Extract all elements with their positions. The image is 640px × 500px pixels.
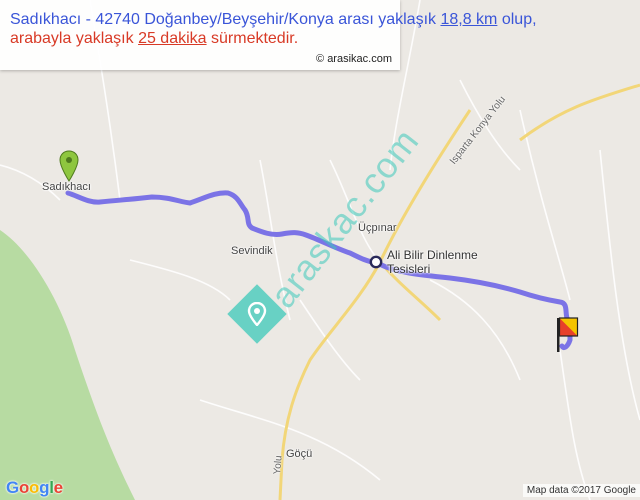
copyright-text[interactable]: © arasikac.com <box>316 53 392 65</box>
origin-pin-icon[interactable] <box>59 150 79 182</box>
waypoint-circle-icon[interactable] <box>369 255 383 269</box>
route-info-line-1-start: Sadıkhacı - 42740 Doğanbey/Beyşehir/Kony… <box>10 11 441 28</box>
destination-flag-icon[interactable] <box>556 316 580 354</box>
place-label-ali-bilir[interactable]: Ali Bilir Dinlenme <box>387 248 478 262</box>
route-info-line-2-start: arabayla yaklaşık <box>10 30 139 47</box>
route-distance: 18,8 km <box>440 11 498 28</box>
route-info-line-1: Sadıkhacı - 42740 Doğanbey/Beyşehir/Kony… <box>10 11 537 29</box>
place-label-sevindik: Sevindik <box>231 245 273 257</box>
place-label-gocu: Göçü <box>286 448 313 460</box>
map-data-attribution[interactable]: Map data ©2017 Google <box>522 484 640 497</box>
google-logo-letter: e <box>53 478 63 497</box>
place-label-sadikhaci: Sadıkhacı <box>42 181 91 193</box>
route-info-box: Sadıkhacı - 42740 Doğanbey/Beyşehir/Kony… <box>0 0 537 70</box>
google-logo-letter: G <box>6 478 19 497</box>
route-info-line-2: arabayla yaklaşık 25 dakika sürmektedir. <box>10 30 298 48</box>
place-label-tesisleri[interactable]: Tesisleri <box>387 262 430 276</box>
google-logo-letter: g <box>39 478 50 497</box>
road-label-yolu: Yolu <box>272 454 285 475</box>
green-area <box>0 230 135 500</box>
route-info-line-2-end: sürmektedir. <box>206 30 299 47</box>
google-logo-letter: o <box>29 478 40 497</box>
map-canvas[interactable]: araskac.com Sadıkhacı Sevindik Üçpınar A… <box>0 0 640 500</box>
location-pin-icon <box>247 302 267 326</box>
route-duration: 25 dakika <box>138 30 207 47</box>
route-info-line-1-end: olup, <box>497 11 537 28</box>
google-logo-letter: o <box>18 478 30 497</box>
google-logo[interactable]: Google <box>6 478 63 498</box>
place-label-ucpinar: Üçpınar <box>358 222 397 234</box>
